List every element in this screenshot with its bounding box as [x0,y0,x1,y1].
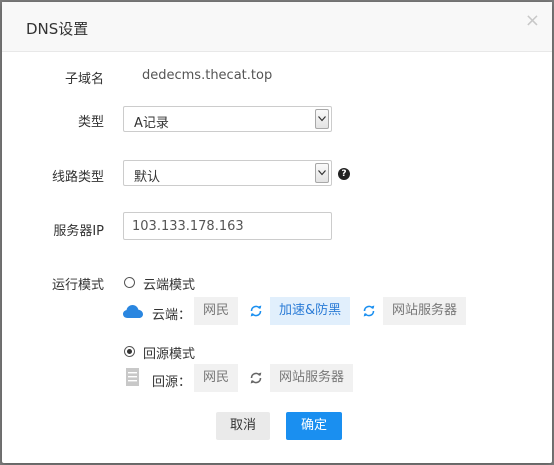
flow-step-acceleration: 加速&防黑 [270,297,351,325]
dns-settings-dialog: DNS设置 × 子域名 dedecms.thecat.top 类型 A记录 线路… [2,2,552,463]
chevron-down-icon [315,163,329,183]
close-icon[interactable]: × [525,12,540,30]
record-type-select[interactable]: A记录 [123,106,332,132]
flow-step-netizen: 网民 [194,297,239,325]
confirm-button[interactable]: 确定 [286,412,342,440]
refresh-icon [363,305,375,317]
record-type-label: 类型 [77,115,104,130]
dialog-header: DNS设置 × [2,2,552,52]
subdomain-value: dedecms.thecat.top [142,68,273,83]
subdomain-label: 子域名 [64,72,104,87]
flow-step-netizen: 网民 [194,364,239,392]
cancel-button[interactable]: 取消 [216,412,270,440]
cloud-mode-label[interactable]: 云端模式 [143,274,195,293]
question-circle-icon[interactable]: ? [338,168,350,180]
cloud-icon [123,305,143,318]
server-ip-label: 服务器IP [53,224,104,239]
origin-mode-label[interactable]: 回源模式 [143,343,195,362]
refresh-icon [250,305,262,317]
line-type-select[interactable]: 默认 [123,160,332,186]
flow-step-web-server: 网站服务器 [383,297,467,325]
run-mode-label: 运行模式 [51,278,104,293]
line-type-label: 线路类型 [51,170,104,185]
record-type-value: A记录 [134,116,169,131]
origin-flow-label: 回源： [152,375,192,390]
origin-mode-radio[interactable] [124,346,135,357]
refresh-icon [250,372,262,384]
server-ip-input[interactable] [123,212,332,240]
line-type-value: 默认 [134,170,161,185]
cloud-mode-radio[interactable] [124,277,135,288]
cloud-flow-label: 云端： [152,308,192,323]
flow-step-web-server: 网站服务器 [270,364,354,392]
chevron-down-icon [315,109,329,129]
dialog-title: DNS设置 [26,20,89,38]
server-icon [126,368,139,386]
